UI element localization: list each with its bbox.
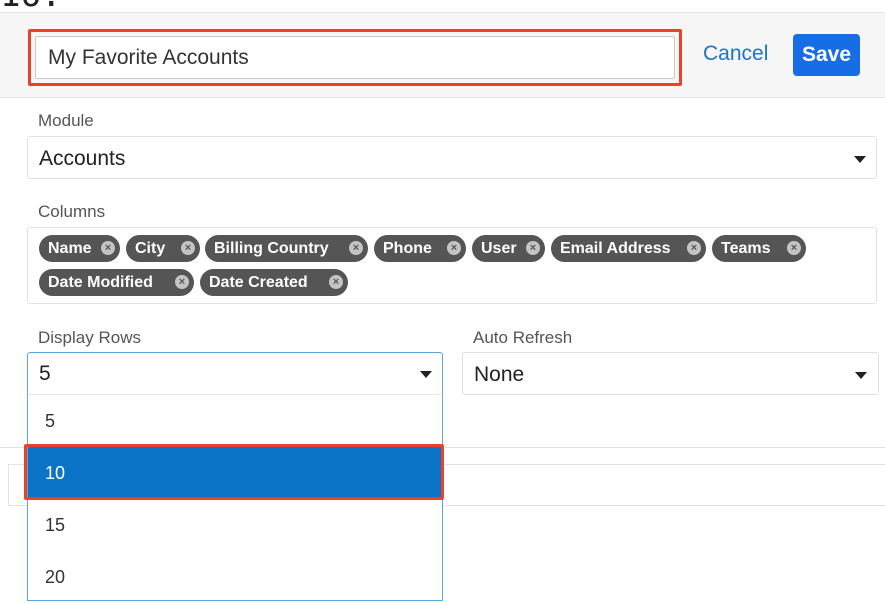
display-rows-select[interactable]: 5 xyxy=(27,352,443,394)
dashlet-title-input[interactable] xyxy=(35,36,675,79)
remove-chip-icon[interactable]: × xyxy=(526,241,540,255)
column-chip: Billing Country × xyxy=(205,235,368,262)
remove-chip-icon[interactable]: × xyxy=(329,275,343,289)
dropdown-option[interactable]: 5 xyxy=(28,395,442,447)
column-chip-label: Phone xyxy=(383,240,432,257)
column-chip-label: User xyxy=(481,240,517,257)
caret-down-icon xyxy=(854,156,866,163)
dropdown-option-label: 20 xyxy=(45,567,66,587)
auto-refresh-label: Auto Refresh xyxy=(473,328,573,347)
module-label: Module xyxy=(38,111,94,130)
column-chip: Date Created × xyxy=(200,269,348,296)
column-chip: Teams × xyxy=(712,235,806,262)
cancel-button[interactable]: Cancel xyxy=(703,40,768,68)
column-chip-label: Email Address xyxy=(560,240,671,257)
remove-chip-icon[interactable]: × xyxy=(447,241,461,255)
module-select[interactable]: Accounts xyxy=(27,136,877,179)
remove-chip-icon[interactable]: × xyxy=(175,275,189,289)
option-callout-outline xyxy=(24,444,444,500)
column-chip-label: Name xyxy=(48,240,92,257)
column-chip-label: Date Created xyxy=(209,274,308,291)
caret-down-icon xyxy=(855,372,867,379)
module-value: Accounts xyxy=(39,147,126,170)
caret-down-icon xyxy=(420,371,432,378)
dropdown-option[interactable]: 15 xyxy=(28,499,442,551)
remove-chip-icon[interactable]: × xyxy=(181,241,195,255)
remove-chip-icon[interactable]: × xyxy=(687,241,701,255)
display-rows-value: 5 xyxy=(39,362,51,385)
column-chip-label: City xyxy=(135,240,166,257)
top-clipped-text: 16. xyxy=(0,0,61,12)
remove-chip-icon[interactable]: × xyxy=(349,241,363,255)
remove-chip-icon[interactable]: × xyxy=(787,241,801,255)
column-chip: Phone × xyxy=(374,235,466,262)
auto-refresh-value: None xyxy=(474,363,525,386)
save-button[interactable]: Save xyxy=(793,34,860,76)
column-chip-label: Date Modified xyxy=(48,274,153,291)
dropdown-option-label: 15 xyxy=(45,515,66,535)
column-chip: User × xyxy=(472,235,545,262)
column-chip-label: Teams xyxy=(721,240,771,257)
auto-refresh-select[interactable]: None xyxy=(462,352,879,395)
columns-label: Columns xyxy=(38,202,106,221)
display-rows-label: Display Rows xyxy=(38,328,141,347)
dropdown-option[interactable]: 20 xyxy=(28,551,442,603)
remove-chip-icon[interactable]: × xyxy=(101,241,115,255)
column-chip: Date Modified × xyxy=(39,269,194,296)
column-chip-label: Billing Country xyxy=(214,240,329,257)
column-chip: Name × xyxy=(39,235,120,262)
column-chip: City × xyxy=(126,235,200,262)
dropdown-option-label: 5 xyxy=(45,411,56,431)
columns-multiselect[interactable]: Name × City × Billing Country × Phone × … xyxy=(27,227,877,304)
column-chip: Email Address × xyxy=(551,235,706,262)
